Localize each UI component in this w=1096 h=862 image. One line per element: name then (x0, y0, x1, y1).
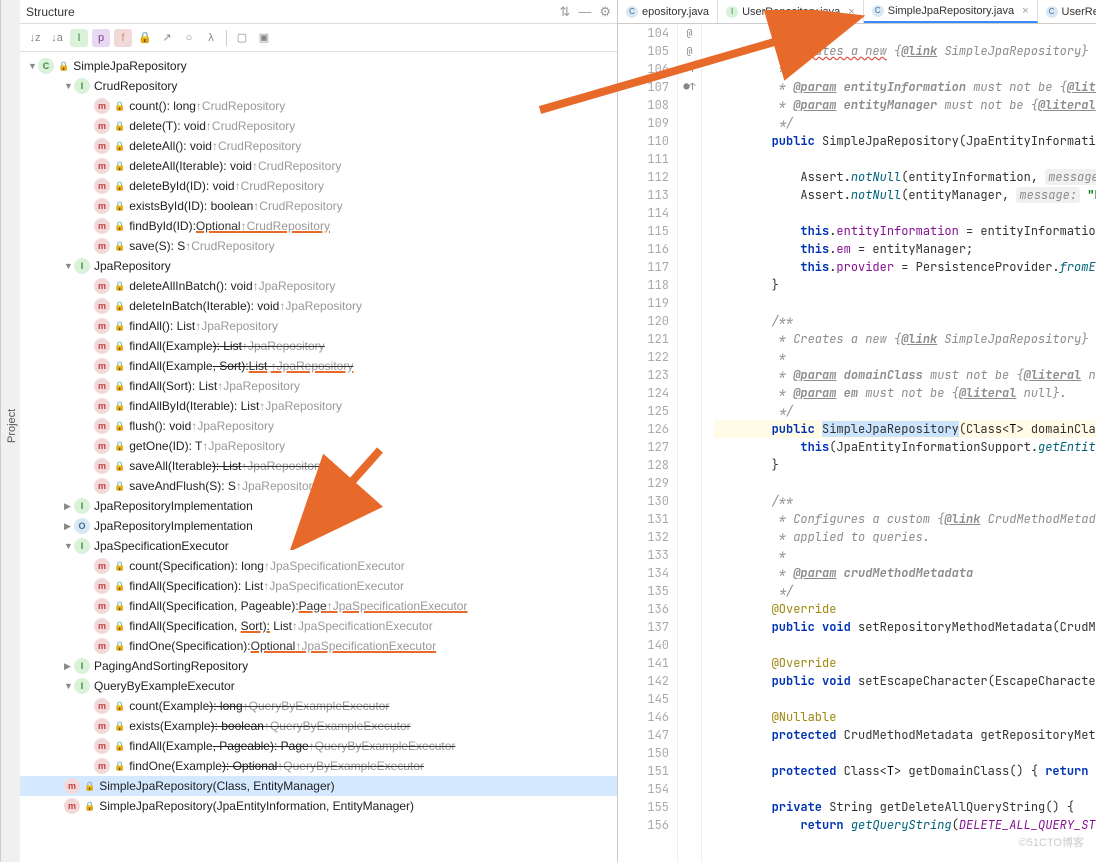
structure-panel: Structure ⇅ — ⚙ ↓z ↓a I p f 🔒 ↗ ○ λ ▢ ▣ … (20, 0, 618, 862)
tree-group[interactable]: ▼IJpaRepository (20, 256, 617, 276)
tree-method[interactable]: m🔒findOne(Example): Optional↑QueryByExam… (20, 756, 617, 776)
tree-group[interactable]: ▶IJpaRepositoryImplementation (20, 496, 617, 516)
editor-panel: Cepository.javaIUserRepository.java×CSim… (618, 0, 1096, 862)
close-icon[interactable]: × (1022, 5, 1028, 17)
tree-method[interactable]: m🔒getOne(ID): T↑JpaRepository (20, 436, 617, 456)
tree-method[interactable]: m🔒findAll(Example): List↑JpaRepository (20, 336, 617, 356)
editor-tab[interactable]: CUserRep (1038, 0, 1096, 23)
tree-group[interactable]: ▶IPagingAndSortingRepository (20, 656, 617, 676)
structure-toolbar: ↓z ↓a I p f 🔒 ↗ ○ λ ▢ ▣ (20, 24, 617, 52)
tree-method[interactable]: m🔒findAll(Specification, Pageable): Page… (20, 596, 617, 616)
lock-icon[interactable]: 🔒 (136, 29, 154, 47)
tree-group[interactable]: ▶OJpaRepositoryImplementation (20, 516, 617, 536)
tree-method[interactable]: m🔒deleteById(ID): void↑CrudRepository (20, 176, 617, 196)
editor-tab[interactable]: IUserRepository.java× (718, 0, 864, 23)
tree-method[interactable]: m🔒count(Example): long↑QueryByExampleExe… (20, 696, 617, 716)
structure-tree[interactable]: ▼C🔒SimpleJpaRepository▼ICrudRepositorym🔒… (20, 52, 617, 862)
tree-method[interactable]: m🔒exists(Example): boolean↑QueryByExampl… (20, 716, 617, 736)
project-tab[interactable]: Project (4, 405, 20, 447)
marker-gutter: @@●↑●↑ (678, 24, 702, 862)
tree-method[interactable]: m🔒save(S): S↑CrudRepository (20, 236, 617, 256)
tree-method[interactable]: m🔒findOne(Specification): Optional ↑JpaS… (20, 636, 617, 656)
lambda-icon[interactable]: λ (202, 29, 220, 47)
panel-title: Structure (26, 5, 551, 19)
minimize-icon[interactable]: — (578, 4, 591, 19)
expand-icon[interactable]: ⇅ (559, 4, 570, 20)
tree-method[interactable]: m🔒deleteAll(Iterable): void↑CrudReposito… (20, 156, 617, 176)
anon-icon[interactable]: ○ (180, 29, 198, 47)
tree-root[interactable]: ▼C🔒SimpleJpaRepository (20, 56, 617, 76)
tree-method[interactable]: m🔒findAll(Specification): List↑JpaSpecif… (20, 576, 617, 596)
tree-method[interactable]: m🔒findAll(): List↑JpaRepository (20, 316, 617, 336)
tree-method[interactable]: m🔒count(Specification): long↑JpaSpecific… (20, 556, 617, 576)
line-gutter: 1041051061071081091101111121131141151161… (618, 24, 678, 862)
tree-method[interactable]: m🔒findAll(Example, Pageable): Page↑Query… (20, 736, 617, 756)
tool-window-bar[interactable]: Project Z: Structure Persistence Favorit… (0, 0, 20, 862)
property-filter[interactable]: p (92, 29, 110, 47)
inherited-icon[interactable]: ↗ (158, 29, 176, 47)
tree-method[interactable]: m🔒deleteAll(): void↑CrudRepository (20, 136, 617, 156)
sort2-icon[interactable]: ↓a (48, 29, 66, 47)
tree-method[interactable]: m🔒saveAll(Iterable): List↑JpaRepository (20, 456, 617, 476)
tree-group[interactable]: ▼IJpaSpecificationExecutor (20, 536, 617, 556)
interface-filter[interactable]: I (70, 29, 88, 47)
editor-tab[interactable]: CSimpleJpaRepository.java× (864, 0, 1038, 23)
close-icon[interactable]: × (848, 6, 854, 18)
code-area[interactable]: /** * Creates a new {@link SimpleJpaRepo… (702, 24, 1096, 862)
tree-method[interactable]: m🔒findAllById(Iterable): List↑JpaReposit… (20, 396, 617, 416)
tree-constructor[interactable]: m🔒SimpleJpaRepository(JpaEntityInformati… (20, 796, 617, 816)
editor-tab[interactable]: Cepository.java (618, 0, 718, 23)
tree-method[interactable]: m🔒flush(): void↑JpaRepository (20, 416, 617, 436)
sort-icon[interactable]: ↓z (26, 29, 44, 47)
tree-method[interactable]: m🔒existsById(ID): boolean↑CrudRepository (20, 196, 617, 216)
tree-method[interactable]: m🔒saveAndFlush(S): S↑JpaRepository (20, 476, 617, 496)
tree-method[interactable]: m🔒findAll(Example, Sort): List ↑JpaRepos… (20, 356, 617, 376)
tree-group[interactable]: ▼IQueryByExampleExecutor (20, 676, 617, 696)
tree-method[interactable]: m🔒deleteInBatch(Iterable): void↑JpaRepos… (20, 296, 617, 316)
tree-method[interactable]: m🔒count(): long↑CrudRepository (20, 96, 617, 116)
watermark: ©51CTO博客 (1019, 834, 1084, 850)
field-filter[interactable]: f (114, 29, 132, 47)
editor-tabs[interactable]: Cepository.javaIUserRepository.java×CSim… (618, 0, 1096, 24)
autoscroll2-icon[interactable]: ▣ (255, 29, 273, 47)
tree-method[interactable]: m🔒findAll(Sort): List↑JpaRepository (20, 376, 617, 396)
tree-method[interactable]: m🔒deleteAllInBatch(): void↑JpaRepository (20, 276, 617, 296)
tree-method[interactable]: m🔒findById(ID): Optional ↑CrudRepository (20, 216, 617, 236)
tree-method[interactable]: m🔒findAll(Specification, Sort): List↑Jpa… (20, 616, 617, 636)
tree-group[interactable]: ▼ICrudRepository (20, 76, 617, 96)
autoscroll-icon[interactable]: ▢ (233, 29, 251, 47)
gear-icon[interactable]: ⚙ (599, 4, 611, 20)
tree-method[interactable]: m🔒delete(T): void↑CrudRepository (20, 116, 617, 136)
tree-constructor[interactable]: m🔒SimpleJpaRepository(Class, EntityManag… (20, 776, 617, 796)
